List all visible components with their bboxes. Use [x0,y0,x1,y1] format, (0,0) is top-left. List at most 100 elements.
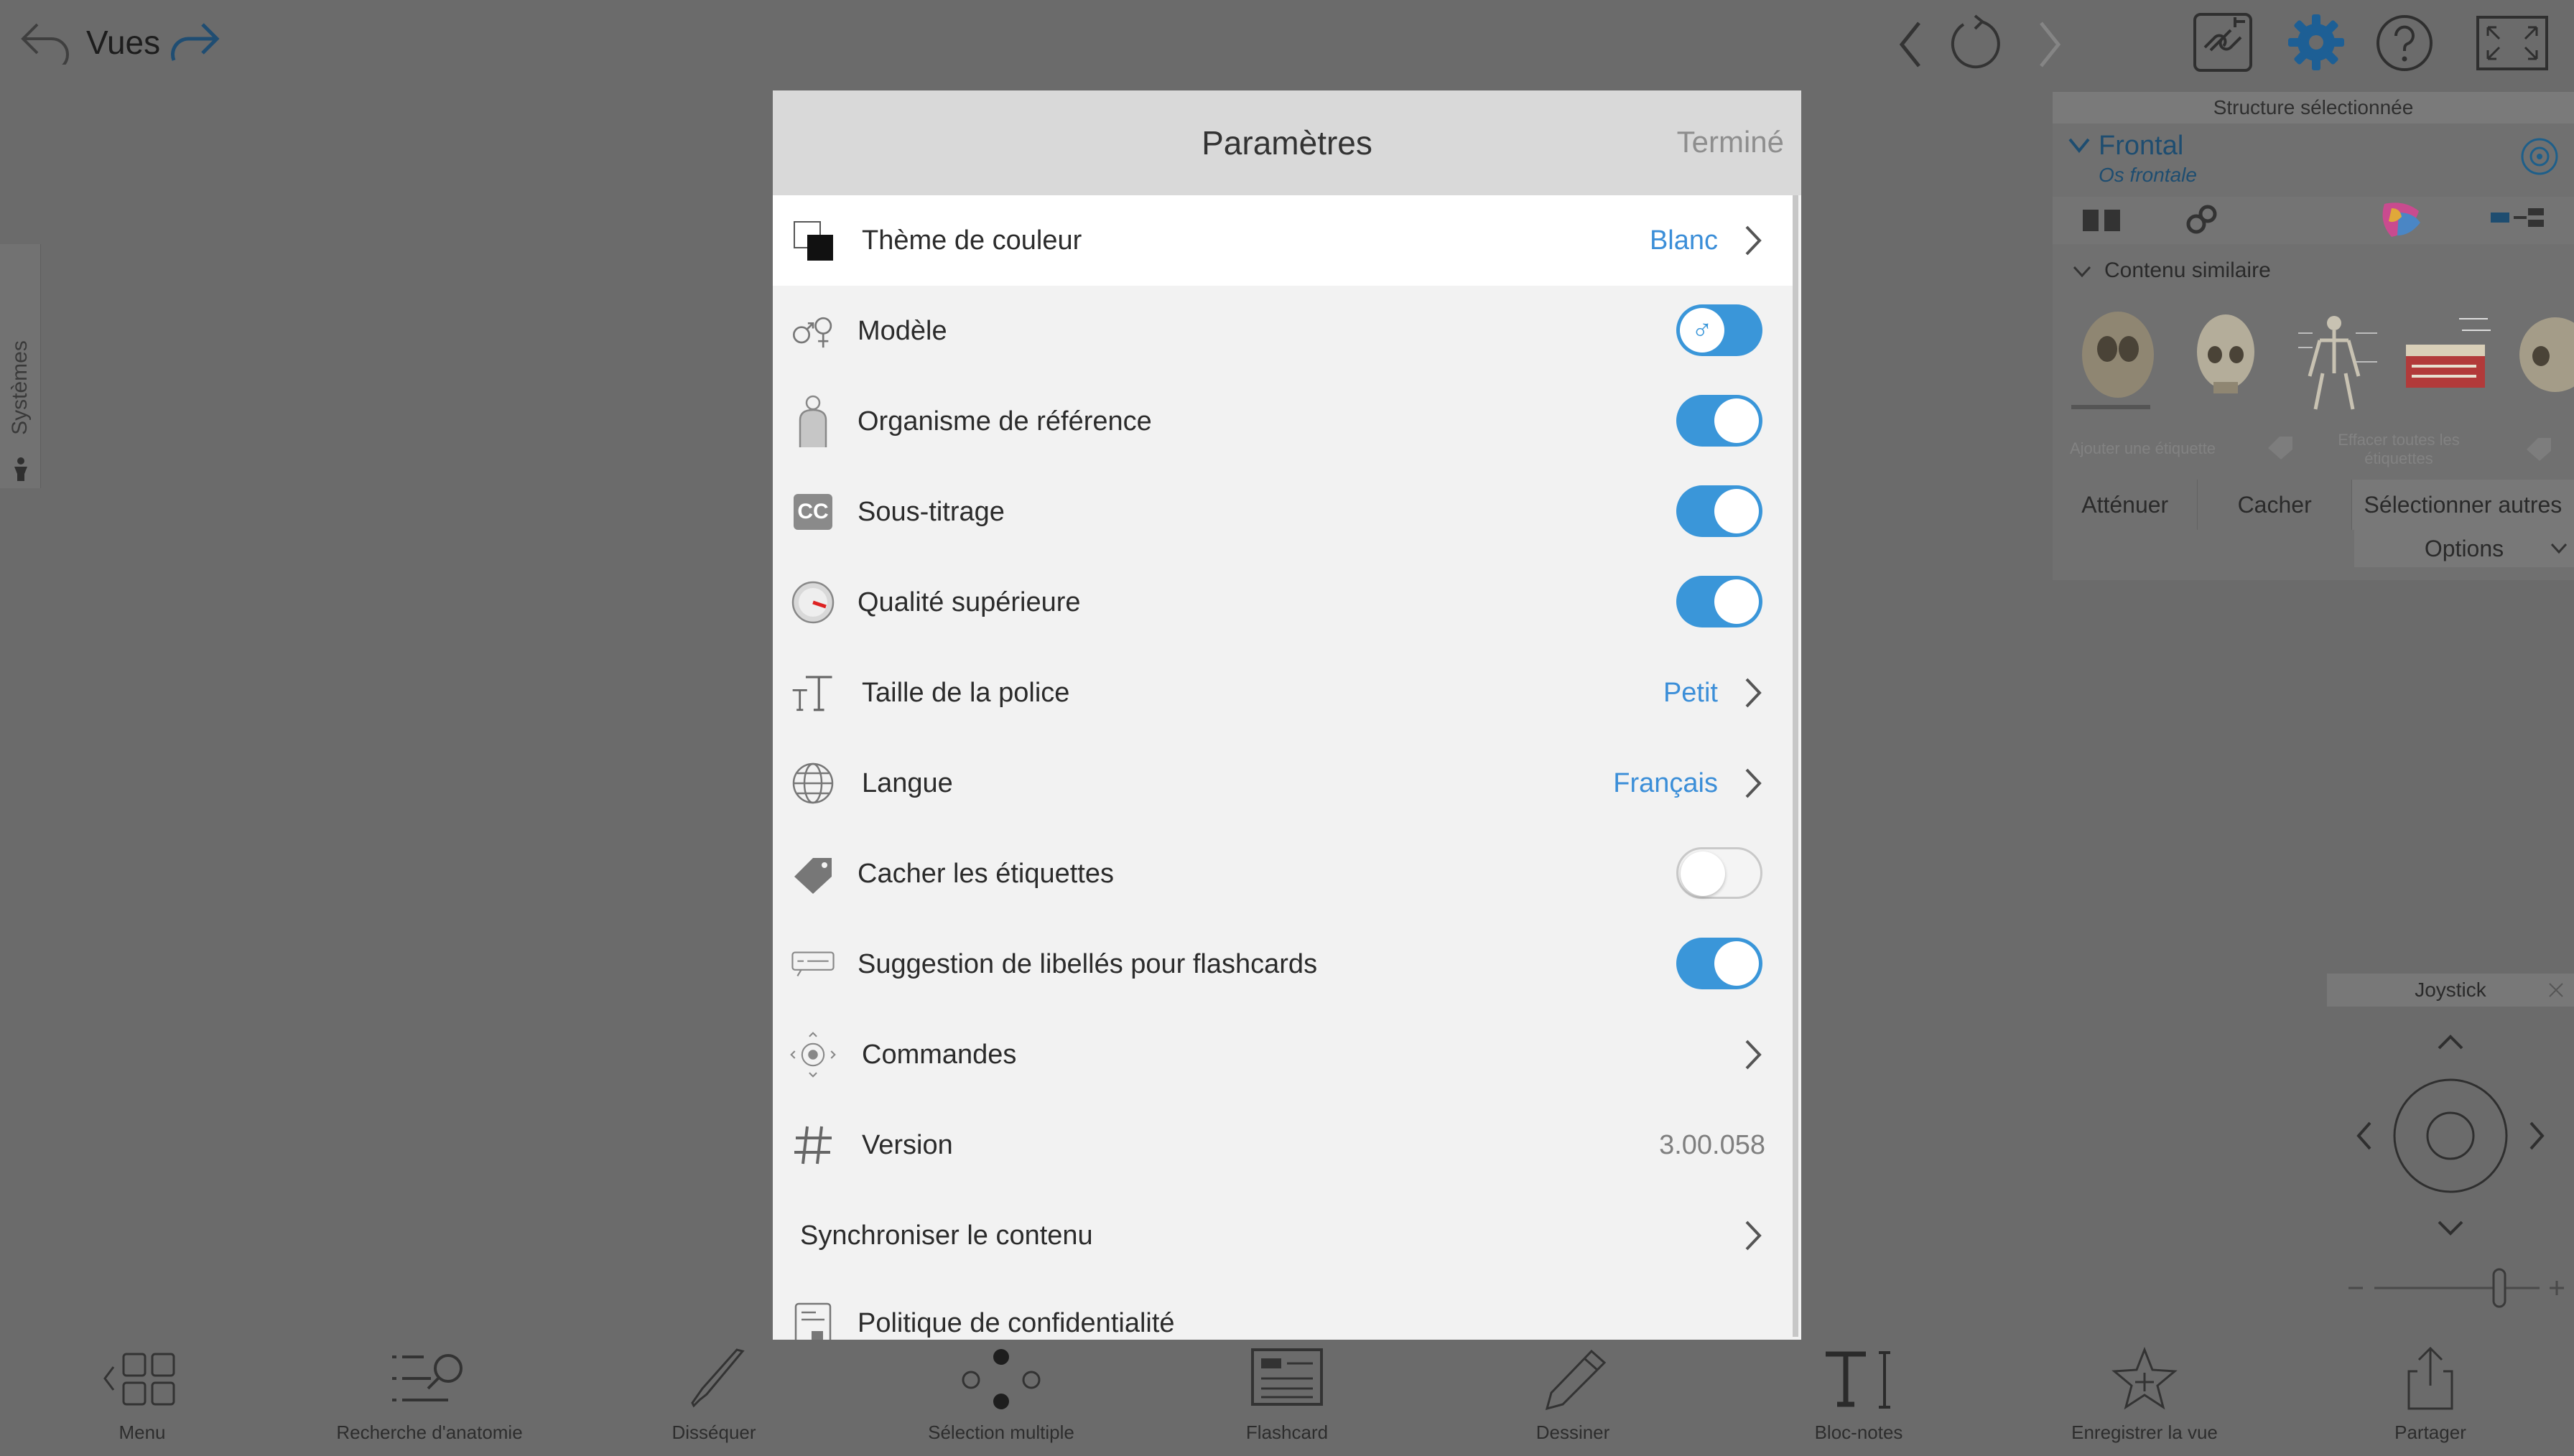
similar-content-header[interactable]: Contenu similaire [2104,258,2271,283]
book-icon[interactable] [2080,205,2123,235]
top-bar: Vues [0,0,2574,86]
dissect-button[interactable]: Disséquer [585,1321,843,1456]
forward-arrow-icon[interactable] [2031,17,2067,72]
font-size-row[interactable]: Taille de la police Petit [773,648,1793,738]
skeleton-thumbnail[interactable] [2284,304,2377,412]
chevron-right-icon [1745,768,1762,798]
done-button[interactable]: Terminé [1677,125,1784,159]
tag-add-icon[interactable] [2265,435,2295,459]
panel-tabs [2053,197,2574,244]
structure-actions: Atténuer Cacher Sélectionner autres [2053,480,2574,530]
modal-scrollbar[interactable] [1793,195,1798,1337]
skull-front-thumbnail[interactable] [2179,304,2272,412]
joystick-header[interactable]: Joystick [2327,974,2574,1007]
male-symbol-icon: ♂ [1680,308,1724,353]
flashcard-label: Flashcard [1245,1422,1329,1443]
clear-labels-button[interactable]: Effacer toutes les étiquettes [2327,431,2471,468]
structure-latin-name: Os frontale [2099,164,2197,186]
anatomy-search-button[interactable]: Recherche d'anatomie [300,1321,559,1456]
subtitles-toggle[interactable] [1676,485,1762,537]
collapse-chevron-icon[interactable] [2067,136,2091,154]
undo-icon[interactable] [16,19,73,65]
fullscreen-icon[interactable] [2475,14,2550,72]
fade-button[interactable]: Atténuer [2053,480,2198,530]
tags-clear-icon[interactable] [2519,435,2563,461]
skull-side-thumbnail[interactable] [2512,304,2574,412]
scalpel-icon [691,1348,745,1408]
joystick-right-icon [2529,1121,2545,1150]
version-row: Version 3.00.058 [773,1100,1793,1190]
color-theme-icon [790,218,836,263]
menu-grid-icon [103,1353,175,1406]
language-row[interactable]: Langue Français [773,738,1793,829]
joystick-down-icon [2438,1221,2463,1236]
high-quality-toggle[interactable] [1676,576,1762,627]
structure-link-icon[interactable] [2185,204,2221,237]
panel-header[interactable]: Structure sélectionnée [2053,92,2574,123]
hide-labels-row: Cacher les étiquettes [773,829,1793,919]
multi-select-label: Sélection multiple [928,1422,1074,1443]
modal-header: Paramètres Terminé [773,90,1801,195]
flashcard-suggestion-toggle[interactable] [1676,938,1762,989]
version-label: Version [862,1130,953,1160]
globe-icon [790,760,836,806]
back-arrow-icon[interactable] [1893,17,1929,72]
cc-icon: CC [790,489,836,535]
label-suggestion-icon [790,941,836,987]
chevron-right-icon [1745,225,1762,256]
anatomy-quiz-icon[interactable] [2377,201,2432,240]
reset-view-icon[interactable] [1946,13,2004,73]
reference-organism-label: Organisme de référence [858,406,1152,437]
save-view-button[interactable]: Enregistrer la vue [2015,1321,2274,1456]
sync-content-label: Synchroniser le contenu [800,1221,1093,1251]
redo-icon[interactable] [167,19,224,65]
version-value: 3.00.058 [1659,1130,1765,1160]
hash-icon [790,1122,836,1168]
share-button[interactable]: Partager [2301,1321,2560,1456]
add-label-button[interactable]: Ajouter une étiquette [2070,439,2216,458]
controls-label: Commandes [862,1040,1017,1070]
options-label: Options [2424,535,2504,561]
systems-tab-label[interactable]: Systèmes [0,340,92,435]
structure-name: Frontal [2099,131,2184,161]
help-icon[interactable] [2374,13,2435,73]
settings-gear-icon[interactable] [2287,13,2346,72]
controls-dpad-icon [790,1032,836,1078]
close-icon[interactable] [2547,981,2565,999]
target-icon[interactable] [2519,136,2560,177]
select-others-button[interactable]: Sélectionner autres [2351,480,2574,530]
compare-icon[interactable] [2489,207,2547,235]
zoom-slider-thumb [2492,1268,2506,1308]
reference-organism-row: Organisme de référence [773,376,1793,467]
hide-labels-toggle[interactable] [1676,847,1762,899]
views-title[interactable]: Vues [86,23,160,62]
settings-modal: Paramètres Terminé Thème de couleur Blan… [773,90,1801,1340]
similar-chevron-icon[interactable] [2071,264,2093,279]
skull-base-thumbnail[interactable] [2071,304,2165,412]
model-label: Modèle [858,316,947,346]
sync-content-row[interactable]: Synchroniser le contenu [773,1190,1793,1281]
chevron-down-icon [2550,543,2568,554]
draw-label: Dessiner [1535,1422,1610,1443]
skull-section-thumbnail[interactable] [2397,304,2491,412]
hide-button[interactable]: Cacher [2198,480,2352,530]
color-theme-row[interactable]: Thème de couleur Blanc [773,195,1793,286]
joystick-control[interactable] [2341,1019,2574,1321]
menu-button[interactable]: Menu [13,1321,271,1456]
flashcard-button[interactable]: Flashcard [1158,1321,1416,1456]
draw-button[interactable]: Dessiner [1444,1321,1702,1456]
body-figure-icon[interactable] [10,457,32,482]
reference-organism-toggle[interactable] [1676,395,1762,447]
pencil-icon [1545,1349,1607,1411]
notepad-button[interactable]: Bloc-notes [1729,1321,1988,1456]
privacy-document-icon [790,1302,836,1340]
model-toggle[interactable]: ♂ [1676,304,1762,356]
link-icon[interactable] [2192,11,2254,73]
privacy-policy-row[interactable]: Politique de confidentialité [773,1281,1793,1340]
multi-select-button[interactable]: Sélection multiple [872,1321,1130,1456]
chevron-right-icon [1745,1040,1762,1070]
options-dropdown[interactable]: Options [2354,530,2574,567]
controls-row[interactable]: Commandes [773,1009,1793,1100]
flashcard-icon [1251,1348,1323,1406]
menu-label: Menu [119,1422,166,1443]
